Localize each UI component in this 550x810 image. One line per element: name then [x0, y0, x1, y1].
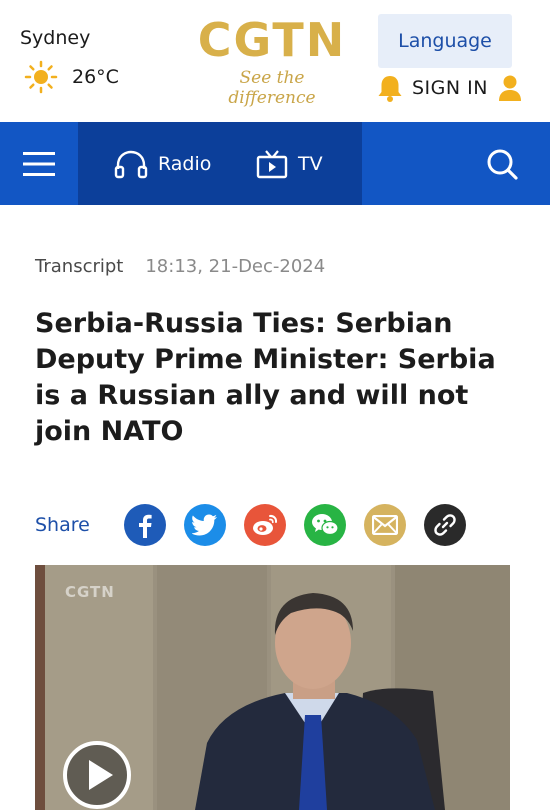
twitter-icon[interactable] [183, 504, 226, 546]
cgtn-logo[interactable]: CGTN See the difference [196, 13, 348, 108]
weibo-icon[interactable] [243, 504, 286, 546]
logo-tagline: See the difference [228, 68, 316, 108]
email-icon[interactable] [363, 504, 406, 546]
wechat-icon[interactable] [303, 504, 346, 546]
nav-tv-label: TV [298, 152, 323, 175]
logo-text: CGTN [197, 13, 347, 67]
article-headline: Serbia-Russia Ties: Serbian Deputy Prime… [35, 308, 496, 447]
video-watermark: CGTN [65, 583, 115, 601]
user-icon[interactable] [498, 74, 522, 102]
language-button[interactable]: Language [378, 14, 512, 68]
weather-widget: 26°C [24, 60, 119, 94]
city-name: Sydney [20, 27, 91, 49]
nav-media-section: Radio TV [78, 122, 362, 205]
article-category[interactable]: Transcript [35, 256, 123, 277]
facebook-icon[interactable] [123, 504, 166, 546]
main-nav-bar: Radio TV [0, 122, 550, 205]
headphones-icon [114, 150, 148, 178]
nav-radio-link[interactable]: Radio [114, 122, 211, 205]
share-bar: Share [35, 502, 484, 548]
play-icon[interactable] [63, 741, 131, 809]
bell-icon[interactable] [376, 73, 404, 103]
share-label: Share [35, 514, 90, 536]
nav-radio-label: Radio [158, 152, 212, 175]
link-icon[interactable] [423, 504, 466, 546]
sign-in-button[interactable]: SIGN IN [376, 72, 522, 104]
article-timestamp: 18:13, 21-Dec-2024 [145, 256, 326, 277]
search-icon[interactable] [480, 144, 524, 184]
top-header: Sydney 26°C CGTN See the difference Lang… [0, 0, 550, 122]
tv-icon [256, 149, 288, 178]
hamburger-menu-icon[interactable] [0, 122, 78, 205]
temperature: 26°C [72, 66, 119, 88]
nav-tv-link[interactable]: TV [256, 122, 323, 205]
article-meta: Transcript 18:13, 21-Dec-2024 [35, 256, 325, 277]
sign-in-label: SIGN IN [412, 77, 488, 99]
sun-icon [24, 60, 58, 94]
video-player[interactable]: CGTN [35, 565, 510, 810]
